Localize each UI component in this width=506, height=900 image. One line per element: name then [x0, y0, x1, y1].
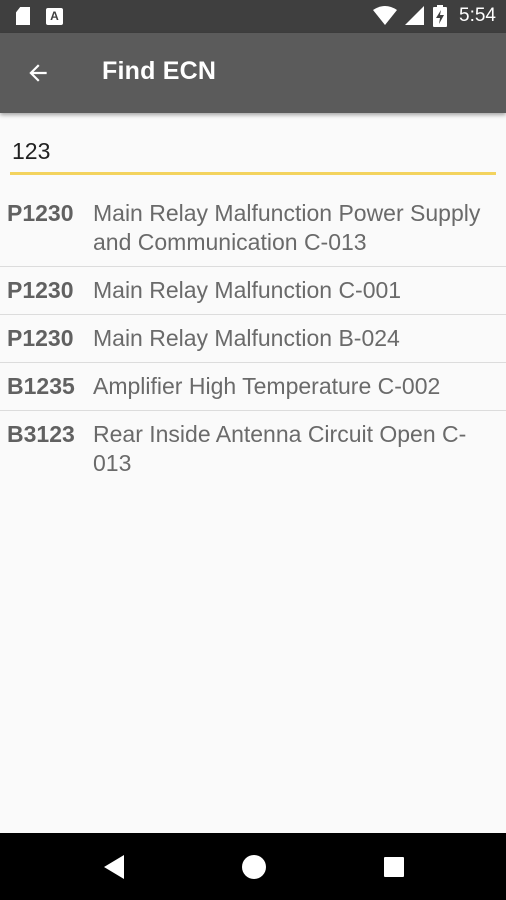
nav-recents-button[interactable]: [380, 853, 408, 881]
ecn-description: Amplifier High Temperature C-002: [93, 373, 441, 399]
list-item[interactable]: B1235 Amplifier High Temperature C-002: [0, 363, 506, 411]
arrow-back-icon: [29, 64, 47, 82]
page-title: Find ECN: [102, 57, 217, 85]
list-item[interactable]: P1230 Main Relay Malfunction B-024: [0, 315, 506, 363]
status-left-icons: A: [16, 7, 63, 25]
nav-recents-icon: [384, 857, 404, 877]
ecn-code: B3123: [7, 421, 75, 447]
wifi-icon: [373, 6, 398, 25]
nav-home-button[interactable]: [240, 853, 268, 881]
status-time: 5:54: [459, 5, 496, 26]
ecn-code: P1230: [7, 325, 74, 351]
list-item[interactable]: P1230 Main Relay Malfunction Power Suppl…: [0, 190, 506, 267]
status-right-icons: 5:54: [373, 5, 496, 27]
ecn-description: Main Relay Malfunction B-024: [93, 325, 400, 351]
nav-home-icon: [242, 855, 266, 879]
system-nav-bar: [0, 833, 506, 900]
sd-card-icon: [16, 7, 30, 25]
ecn-description: Rear Inside Antenna Circuit Open C-013: [93, 421, 467, 476]
search-input[interactable]: [12, 136, 482, 166]
search-field[interactable]: [10, 130, 496, 175]
app-bar: Find ECN: [0, 33, 506, 113]
ecn-code: P1230: [7, 277, 74, 303]
ecn-description: Main Relay Malfunction C-001: [93, 277, 402, 303]
ecn-description: Main Relay Malfunction Power Supply and …: [93, 200, 481, 255]
a-notification-icon: A: [46, 7, 63, 25]
result-list: P1230 Main Relay Malfunction Power Suppl…: [0, 190, 506, 487]
nav-back-icon: [104, 855, 124, 879]
battery-charging-icon: [433, 5, 448, 27]
nav-back-button[interactable]: [100, 853, 128, 881]
back-button[interactable]: [14, 49, 62, 97]
list-item[interactable]: P1230 Main Relay Malfunction C-001: [0, 267, 506, 315]
status-bar: A 5:54: [0, 0, 506, 33]
list-item[interactable]: B3123 Rear Inside Antenna Circuit Open C…: [0, 411, 506, 487]
ecn-code: B1235: [7, 373, 75, 399]
cellular-signal-icon: [405, 6, 425, 25]
ecn-code: P1230: [7, 200, 74, 226]
